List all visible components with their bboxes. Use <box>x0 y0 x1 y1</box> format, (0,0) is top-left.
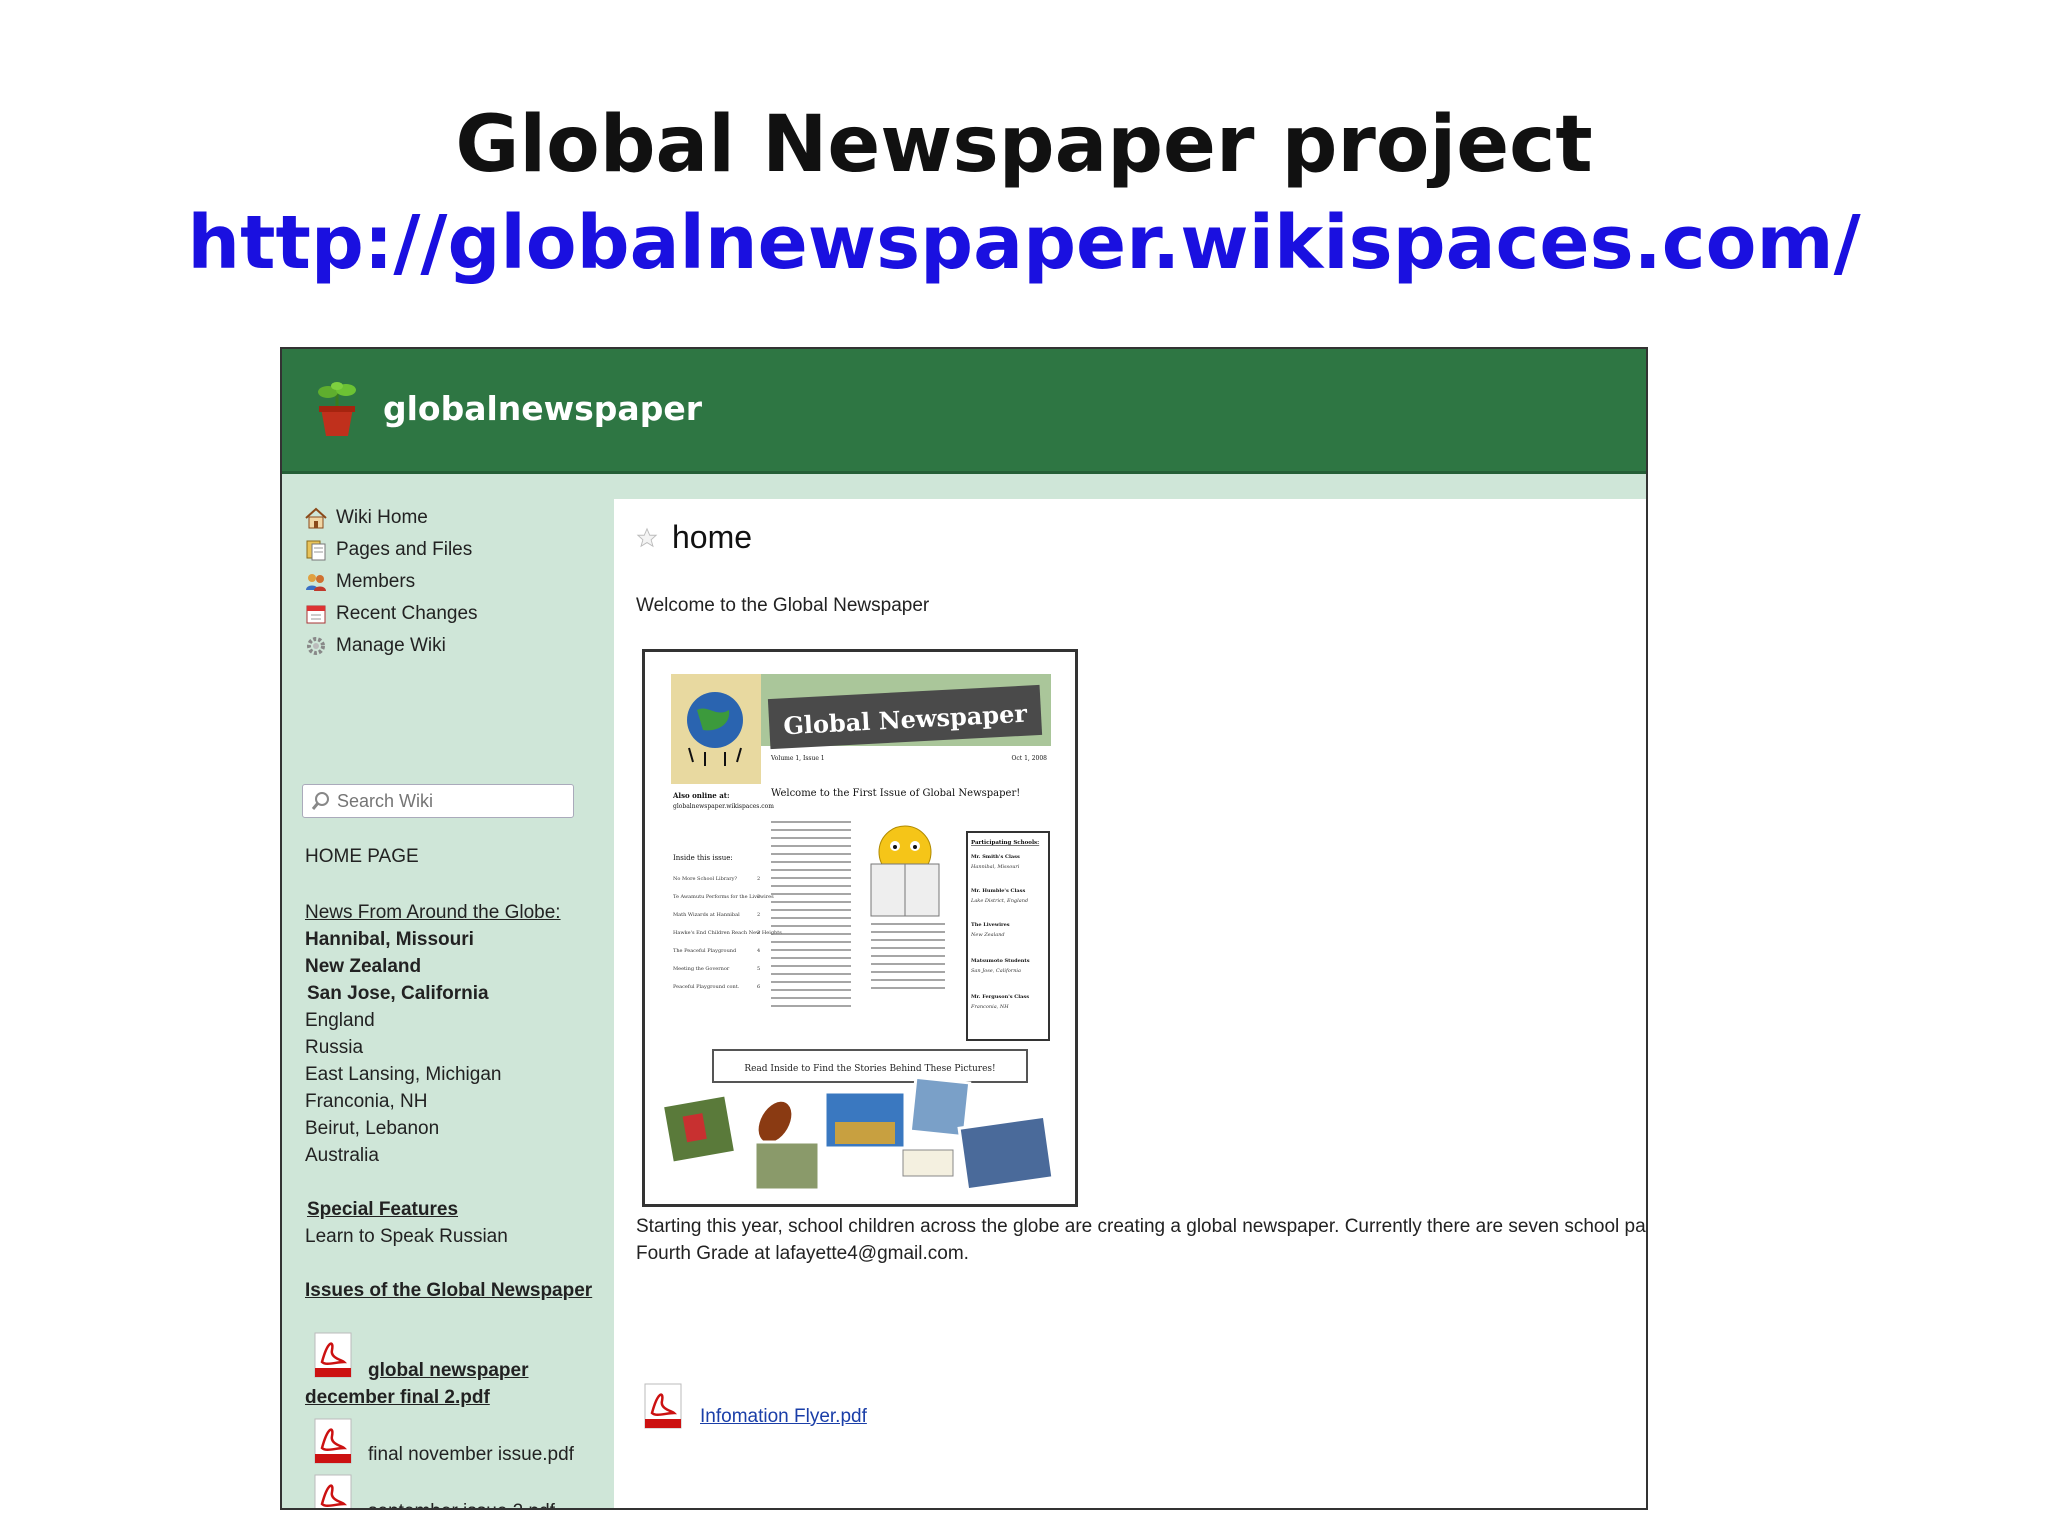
school-name: Matsumoto Students <box>971 958 1030 964</box>
location-link[interactable]: Beirut, Lebanon <box>305 1118 439 1140</box>
nav-wiki-home[interactable]: Wiki Home <box>304 504 428 532</box>
toc-item: Peaceful Playground cont. <box>673 984 740 990</box>
description-line: Starting this year, school children acro… <box>636 1216 1648 1237</box>
nav-label: Recent Changes <box>336 603 478 624</box>
toc-page: 5 <box>757 966 760 972</box>
gear-icon <box>307 637 325 655</box>
slide-title: Global Newspaper project <box>455 100 1593 190</box>
pdf-icon <box>314 1418 352 1464</box>
newsletter-graphic: Global Newspaper Volume 1, Issue 1 Oct 1… <box>645 652 1075 1204</box>
nav-label: Members <box>336 571 416 592</box>
news-heading-link[interactable]: News From Around the Globe: <box>305 902 561 924</box>
pages-icon <box>306 540 326 561</box>
school-place: Hannibal, Missouri <box>970 864 1020 870</box>
toc-item: No More School Library? <box>673 876 737 882</box>
school-name: Mr. Smith's Class <box>971 854 1020 860</box>
wiki-content: home Welcome to the Global Newspaper Glo… <box>614 499 1648 1508</box>
description-text: Starting this year, school children acro… <box>636 1213 1648 1267</box>
toc-item: Hawke's End Children Reach New Heights <box>673 930 782 936</box>
learn-russian-link[interactable]: Learn to Speak Russian <box>305 1226 508 1248</box>
house-icon <box>305 507 327 529</box>
file-link-november[interactable]: final november issue.pdf <box>368 1444 574 1466</box>
search-box[interactable] <box>302 784 574 818</box>
toc-page: 6 <box>757 984 760 990</box>
page-title: home <box>672 519 753 555</box>
toc-item: Math Wizards at Hannibal <box>673 912 740 918</box>
location-link[interactable]: Australia <box>305 1145 379 1167</box>
nav-manage-wiki[interactable]: Manage Wiki <box>304 632 446 660</box>
file-link-december[interactable]: global newspaper <box>368 1360 528 1382</box>
nav-label: Pages and Files <box>336 539 473 560</box>
location-link[interactable]: Russia <box>305 1037 363 1059</box>
nav-pages-and-files[interactable]: Pages and Files <box>304 536 472 564</box>
star-icon[interactable] <box>636 527 658 549</box>
toc-item: Meeting the Governor <box>673 966 730 972</box>
toc-item: The Peaceful Playground <box>673 948 737 954</box>
toc-page: 4 <box>757 948 760 954</box>
wiki-site-name[interactable]: globalnewspaper <box>383 389 702 428</box>
location-link[interactable]: San Jose, California <box>307 983 489 1005</box>
school-place: Franconia, NH <box>970 1004 1009 1010</box>
school-name: Mr. Humble's Class <box>971 888 1025 894</box>
nav-recent-changes[interactable]: Recent Changes <box>304 600 478 628</box>
special-features-link[interactable]: Special Features <box>307 1199 458 1221</box>
wiki-screenshot: globalnewspaper Wiki Home Pages and File… <box>280 347 1648 1510</box>
newsletter-image[interactable]: Global Newspaper Volume 1, Issue 1 Oct 1… <box>642 649 1078 1207</box>
toc-page: 2 <box>757 894 760 900</box>
date-text: Oct 1, 2008 <box>1012 755 1048 762</box>
wiki-header: globalnewspaper <box>282 349 1646 474</box>
school-place: Lake District, England <box>970 898 1028 904</box>
school-place: San Jose, California <box>971 968 1021 974</box>
file-link-september[interactable]: september issue 2.pdf <box>368 1501 555 1508</box>
location-link[interactable]: Hannibal, Missouri <box>305 929 474 951</box>
welcome-text: Welcome to the Global Newspaper <box>636 595 930 616</box>
location-link[interactable]: New Zealand <box>305 956 421 978</box>
pdf-icon <box>314 1474 352 1508</box>
toc-page: 3 <box>757 930 760 936</box>
file-link-december-cont[interactable]: december final 2.pdf <box>305 1387 490 1409</box>
issues-heading-link[interactable]: Issues of the Global Newspaper <box>305 1280 592 1302</box>
pdf-icon <box>644 1383 682 1429</box>
calendar-icon <box>306 605 326 624</box>
newsletter-banner: Read Inside to Find the Stories Behind T… <box>744 1064 995 1074</box>
school-name: Mr. Ferguson's Class <box>971 994 1029 1000</box>
slide-url[interactable]: http://globalnewspaper.wikispaces.com/ <box>0 198 2048 288</box>
also-online-url: globalnewspaper.wikispaces.com <box>673 803 774 810</box>
newsletter-headline: Welcome to the First Issue of Global New… <box>771 788 1020 799</box>
nav-label: Wiki Home <box>336 507 428 528</box>
nav-members[interactable]: Members <box>304 568 415 596</box>
toc-page: 2 <box>757 876 760 882</box>
school-name: The Livewires <box>971 922 1010 928</box>
pdf-icon <box>314 1332 352 1378</box>
participating-heading: Participating Schools: <box>971 840 1039 846</box>
page-title-row: home <box>636 519 752 556</box>
search-icon <box>311 792 329 810</box>
nav-label: Manage Wiki <box>336 635 446 656</box>
search-input[interactable] <box>337 790 557 812</box>
issue-text: Volume 1, Issue 1 <box>770 755 825 762</box>
description-line: Fourth Grade at lafayette4@gmail.com. <box>636 1243 969 1264</box>
home-page-heading: HOME PAGE <box>305 846 419 867</box>
information-flyer-link[interactable]: Infomation Flyer.pdf <box>700 1406 867 1428</box>
also-online-text: Also online at: <box>672 791 730 800</box>
wiki-sidebar: Wiki Home Pages and Files Members Recent… <box>282 474 610 1508</box>
location-link[interactable]: Franconia, NH <box>305 1091 428 1113</box>
location-link[interactable]: East Lansing, Michigan <box>305 1064 501 1086</box>
school-place: New Zealand <box>970 932 1005 938</box>
members-icon <box>306 574 326 591</box>
location-link[interactable]: England <box>305 1010 375 1032</box>
toc-page: 2 <box>757 912 760 918</box>
plant-pot-logo-icon <box>318 382 356 436</box>
inside-text: Inside this issue: <box>673 854 733 862</box>
